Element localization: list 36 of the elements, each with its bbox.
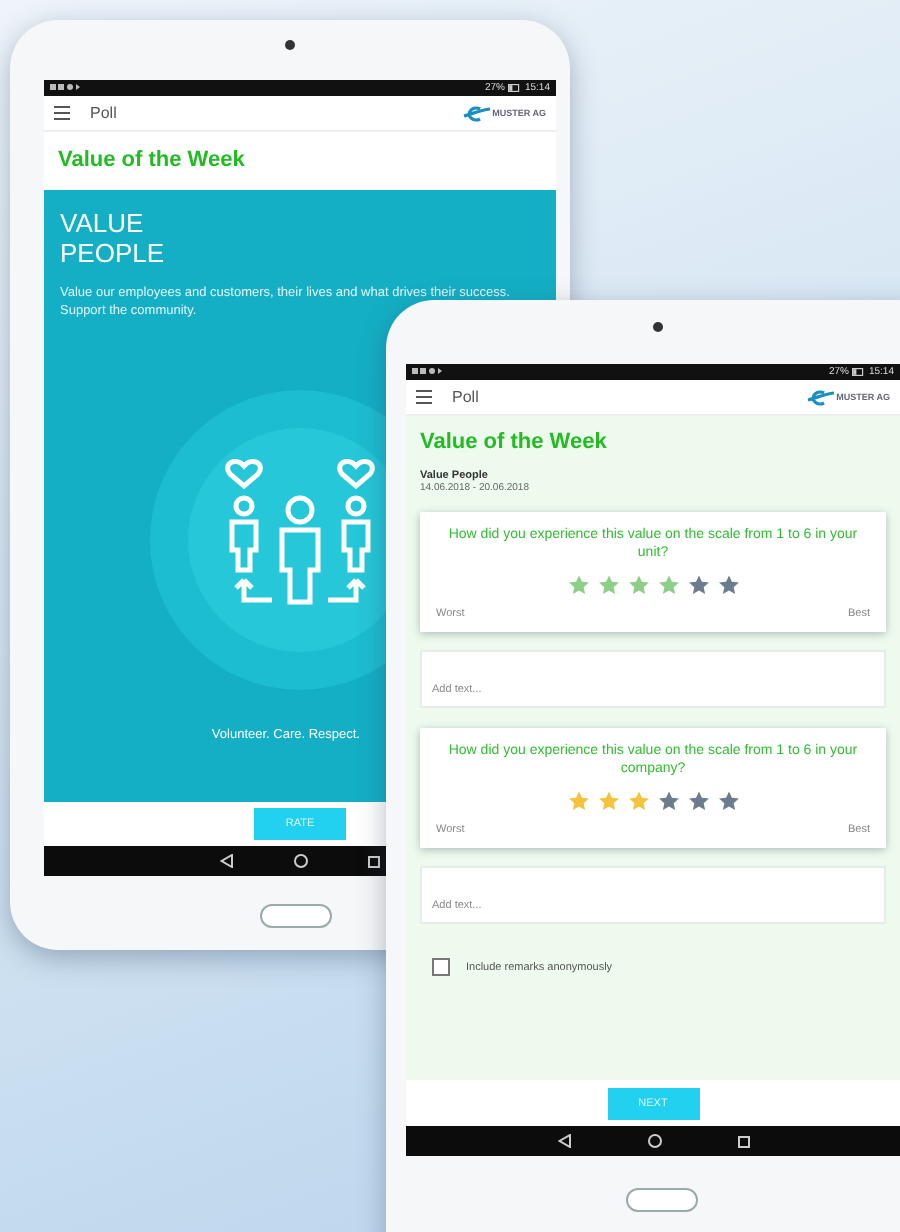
notification-icons [50,84,82,92]
back-icon[interactable] [557,1134,571,1148]
recents-icon[interactable] [368,855,380,867]
star-rating[interactable] [567,574,739,596]
star-icon [597,574,619,596]
logo-icon [462,105,491,121]
star-icon [717,790,739,812]
recents-icon[interactable] [737,1135,749,1147]
menu-icon[interactable] [416,390,432,404]
star-icon [657,574,679,596]
logo-icon [806,389,835,405]
page-title: Value of the Week [420,428,609,458]
star-icon [627,574,649,596]
page-title: Value of the Week [56,146,247,176]
star-icon [567,790,589,812]
star-rating[interactable] [567,790,739,812]
home-icon[interactable] [647,1134,661,1148]
star-icon [657,790,679,812]
value-heading: VALUE PEOPLE [60,208,165,268]
star-icon [717,574,739,596]
camera [653,322,663,332]
battery-icon [852,368,865,376]
app-title: Poll [90,104,119,122]
notification-icons [412,368,444,376]
star-icon [567,574,589,596]
star-icon [597,790,619,812]
battery-icon [508,84,521,92]
checkbox[interactable] [432,958,450,976]
star-icon [687,574,709,596]
home-icon[interactable] [294,854,308,868]
menu-icon[interactable] [54,106,70,120]
star-icon [687,790,709,812]
camera [285,40,295,50]
star-icon [627,790,649,812]
app-title: Poll [452,388,481,406]
back-icon[interactable] [220,854,234,868]
